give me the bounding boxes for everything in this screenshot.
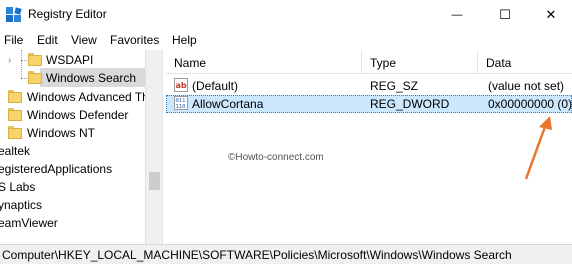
tree-item-windows-search[interactable]: Windows Search	[0, 69, 145, 88]
tree-item-label: Windows Advanced Th	[27, 90, 149, 104]
folder-icon	[8, 108, 22, 122]
tree-item-rs-labs[interactable]: S Labs	[0, 178, 145, 197]
menu-help[interactable]: Help	[172, 33, 197, 47]
tree-item-synaptics[interactable]: ynaptics	[0, 196, 145, 215]
status-bar: Computer\HKEY_LOCAL_MACHINE\SOFTWARE\Pol…	[0, 244, 572, 264]
values-list[interactable]: Name Type Data ab (Default) REG_SZ (valu…	[166, 50, 572, 244]
tree-item-label: ynaptics	[0, 198, 43, 212]
minimize-button[interactable]: —	[434, 0, 480, 29]
folder-icon	[8, 90, 22, 104]
tree-item-label: eamViewer	[0, 216, 58, 230]
minimize-icon: —	[451, 8, 463, 21]
tree-item-realtek[interactable]: ealtek	[0, 142, 145, 161]
menu-edit[interactable]: Edit	[37, 33, 58, 47]
tree-item-label: Windows NT	[27, 126, 96, 140]
tree-item-label: Windows Search	[46, 71, 137, 85]
tree-item-label: S Labs	[0, 180, 36, 194]
menu-favorites[interactable]: Favorites	[110, 33, 159, 47]
folder-icon	[8, 126, 22, 140]
menu-bar: File Edit View Favorites Help	[0, 29, 572, 50]
registry-path: Computer\HKEY_LOCAL_MACHINE\SOFTWARE\Pol…	[2, 248, 512, 262]
tree-item-windows-advanced-threat[interactable]: Windows Advanced Th	[0, 88, 149, 107]
tree-item-label: Windows Defender	[27, 108, 129, 122]
maximize-icon: ☐	[499, 6, 511, 22]
close-icon: ✕	[545, 6, 557, 22]
close-button[interactable]: ✕	[528, 0, 572, 29]
tree-item-registered-applications[interactable]: egisteredApplications	[0, 160, 145, 179]
window-title: Registry Editor	[28, 7, 107, 21]
title-bar: Registry Editor — ☐ ✕	[0, 0, 572, 29]
folder-icon	[28, 71, 42, 85]
folder-icon	[28, 53, 42, 67]
annotation-arrow	[524, 116, 552, 180]
tree-item-windows-defender[interactable]: Windows Defender	[0, 106, 145, 125]
tree-item-label: ealtek	[0, 144, 31, 158]
tree-vertical-scrollbar[interactable]	[145, 50, 162, 244]
tree-item-label: WSDAPI	[46, 53, 94, 67]
registry-editor-app-icon	[6, 7, 22, 22]
menu-file[interactable]: File	[4, 33, 23, 47]
maximize-button[interactable]: ☐	[482, 0, 528, 29]
menu-view[interactable]: View	[71, 33, 97, 47]
registry-key-tree[interactable]: › WSDAPI Windows Search Windows Advanced…	[0, 50, 162, 244]
tree-item-teamviewer[interactable]: eamViewer	[0, 214, 145, 233]
tree-item-label: egisteredApplications	[0, 162, 113, 176]
tree-item-wsdapi[interactable]: WSDAPI	[0, 51, 145, 70]
tree-item-windows-nt[interactable]: Windows NT	[0, 124, 145, 143]
scrollbar-thumb[interactable]	[149, 172, 160, 190]
